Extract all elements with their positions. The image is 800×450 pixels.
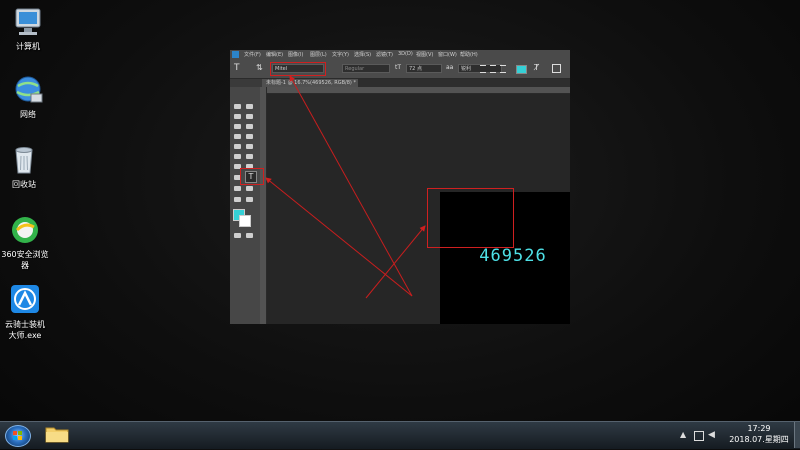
desktop-icon-recycle-bin[interactable]: 回收站 xyxy=(0,144,52,190)
clock-date: 2018.07.星期四 xyxy=(729,435,789,444)
desktop-icon-label: 360安全浏览 器 xyxy=(1,250,49,270)
desktop-icon-label: 网络 xyxy=(20,110,36,119)
desktop-icon-network[interactable]: 网络 xyxy=(0,74,56,120)
windows-logo-icon xyxy=(13,431,22,440)
desktop-icon-label: 回收站 xyxy=(12,180,36,189)
tray-up-arrow-icon[interactable]: ▲ xyxy=(680,430,686,439)
clock-time: 17:29 xyxy=(747,424,771,433)
desktop-icon-label: 云骑士装机 大师.exe xyxy=(5,320,45,340)
file-explorer-taskbar-button[interactable] xyxy=(44,423,70,445)
desktop-icon-label: 计算机 xyxy=(16,42,40,51)
start-button[interactable] xyxy=(5,425,31,447)
system-clock[interactable]: 17:29 2018.07.星期四 xyxy=(724,423,794,445)
360-browser-icon xyxy=(8,214,42,246)
system-tray: ▲ ◀ xyxy=(680,430,720,442)
annotation-arrows xyxy=(265,75,426,299)
desktop-icon-yunqishi[interactable]: 云骑士装机 大师.exe xyxy=(0,284,53,341)
desktop-icon-360-browser[interactable]: 360安全浏览 器 xyxy=(0,214,53,271)
yunqishi-installer-icon xyxy=(8,284,42,316)
show-desktop-button[interactable] xyxy=(794,422,800,448)
desktop-icon-computer[interactable]: 计算机 xyxy=(0,6,56,52)
photoshop-window[interactable]: 文件(F) 编辑(E) 图像(I) 图层(L) 文字(Y) 选择(S) 滤镜(T… xyxy=(230,50,570,324)
network-tray-icon[interactable] xyxy=(694,431,704,441)
folder-icon xyxy=(45,427,69,443)
volume-tray-icon[interactable]: ◀ xyxy=(708,430,715,440)
recycle-bin-icon xyxy=(7,144,41,176)
network-icon xyxy=(11,74,45,106)
computer-icon xyxy=(11,6,45,38)
